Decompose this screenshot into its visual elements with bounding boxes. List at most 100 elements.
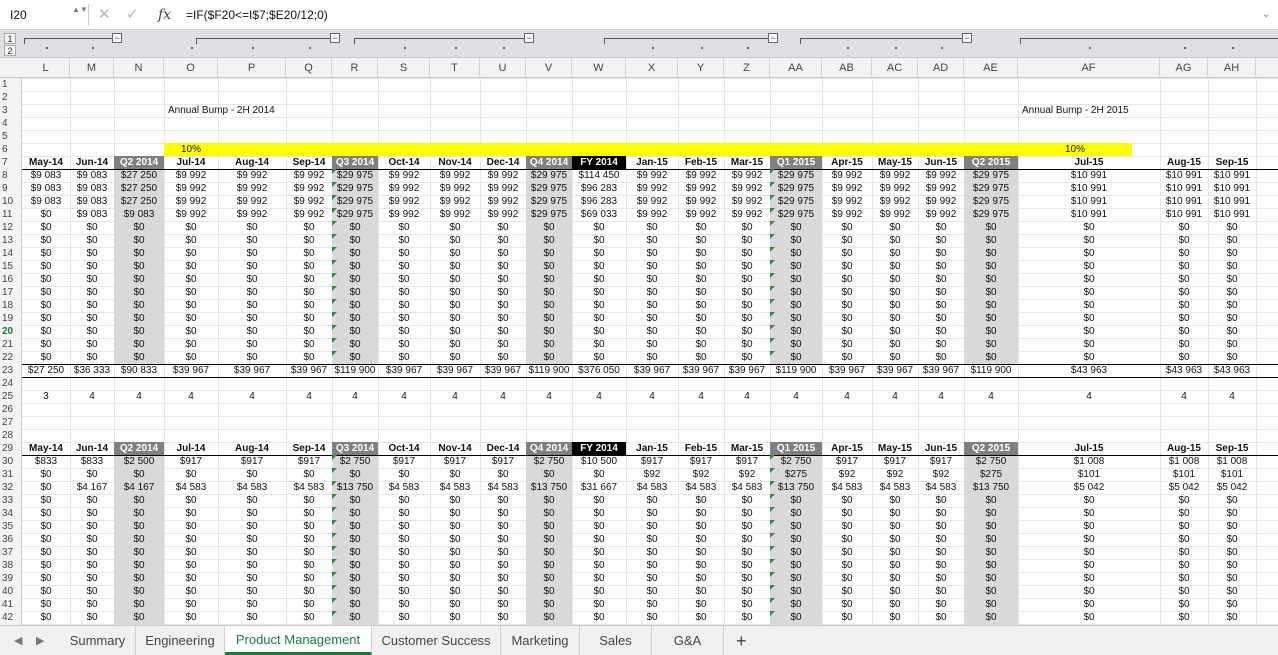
period-header[interactable]: May-15 xyxy=(872,442,918,455)
value-cell[interactable]: $0 xyxy=(526,546,572,559)
outline-level-2-button[interactable]: 2 xyxy=(4,45,16,56)
value-cell[interactable]: $9 992 xyxy=(678,195,724,208)
value-cell[interactable]: $9 992 xyxy=(872,208,918,221)
value-cell[interactable]: $29 975 xyxy=(332,169,378,182)
value-cell[interactable]: $0 xyxy=(1018,260,1160,273)
value-cell[interactable]: $0 xyxy=(678,312,724,325)
value-cell[interactable]: $9 992 xyxy=(918,169,964,182)
row-header-20[interactable]: 20 xyxy=(0,325,21,338)
count-cell[interactable]: 4 xyxy=(164,390,218,403)
value-cell[interactable]: $917 xyxy=(724,455,770,468)
value-cell[interactable]: $92 xyxy=(678,468,724,481)
value-cell[interactable]: $0 xyxy=(70,325,114,338)
value-cell[interactable]: $0 xyxy=(378,533,430,546)
value-cell[interactable]: $9 992 xyxy=(626,208,678,221)
count-cell[interactable]: 4 xyxy=(70,390,114,403)
value-cell[interactable]: $10 991 xyxy=(1208,182,1256,195)
count-cell[interactable]: 4 xyxy=(724,390,770,403)
value-cell[interactable]: $0 xyxy=(70,507,114,520)
value-cell[interactable]: $0 xyxy=(526,520,572,533)
value-cell[interactable]: $0 xyxy=(332,598,378,611)
value-cell[interactable]: $0 xyxy=(286,221,332,234)
value-cell[interactable]: $0 xyxy=(724,273,770,286)
value-cell[interactable]: $0 xyxy=(430,312,480,325)
total-cell[interactable]: $39 967 xyxy=(430,364,480,377)
value-cell[interactable]: $0 xyxy=(626,585,678,598)
value-cell[interactable]: $9 992 xyxy=(378,169,430,182)
value-cell[interactable]: $4 583 xyxy=(822,481,872,494)
confirm-icon[interactable]: ✓ xyxy=(126,5,139,25)
row-header-31[interactable]: 31 xyxy=(0,468,21,481)
value-cell[interactable]: $0 xyxy=(22,481,70,494)
value-cell[interactable]: $0 xyxy=(378,260,430,273)
value-cell[interactable]: $0 xyxy=(770,598,822,611)
formula-warning-icon[interactable] xyxy=(770,273,775,278)
value-cell[interactable]: $0 xyxy=(332,533,378,546)
value-cell[interactable]: $0 xyxy=(114,286,164,299)
value-cell[interactable]: $10 500 xyxy=(572,455,626,468)
value-cell[interactable]: $0 xyxy=(1208,234,1256,247)
period-header[interactable]: Q1 2015 xyxy=(770,156,822,169)
value-cell[interactable]: $917 xyxy=(626,455,678,468)
period-header[interactable]: Mar-15 xyxy=(724,442,770,455)
value-cell[interactable]: $0 xyxy=(286,572,332,585)
value-cell[interactable]: $0 xyxy=(872,611,918,624)
value-cell[interactable]: $0 xyxy=(378,572,430,585)
value-cell[interactable]: $0 xyxy=(480,546,526,559)
outline-collapse-button[interactable]: − xyxy=(524,33,534,43)
total-cell[interactable]: $39 967 xyxy=(480,364,526,377)
value-cell[interactable]: $0 xyxy=(430,585,480,598)
value-cell[interactable]: $0 xyxy=(1160,221,1208,234)
value-cell[interactable]: $27 250 xyxy=(114,195,164,208)
value-cell[interactable]: $9 992 xyxy=(678,208,724,221)
formula-warning-icon[interactable] xyxy=(770,234,775,239)
value-cell[interactable]: $0 xyxy=(332,286,378,299)
outline-collapse-button[interactable]: − xyxy=(112,33,122,43)
value-cell[interactable]: $0 xyxy=(1018,611,1160,624)
value-cell[interactable]: $92 xyxy=(626,468,678,481)
value-cell[interactable]: $0 xyxy=(218,234,286,247)
value-cell[interactable]: $0 xyxy=(218,585,286,598)
value-cell[interactable]: $9 083 xyxy=(70,182,114,195)
value-cell[interactable]: $96 283 xyxy=(572,195,626,208)
formula-warning-icon[interactable] xyxy=(770,585,775,590)
value-cell[interactable]: $0 xyxy=(572,286,626,299)
formula-warning-icon[interactable] xyxy=(332,208,337,213)
value-cell[interactable]: $0 xyxy=(964,351,1018,364)
value-cell[interactable]: $0 xyxy=(918,598,964,611)
value-cell[interactable]: $2 750 xyxy=(332,455,378,468)
value-cell[interactable]: $0 xyxy=(678,234,724,247)
row-header-42[interactable]: 42 xyxy=(0,611,21,624)
value-cell[interactable]: $917 xyxy=(872,455,918,468)
value-cell[interactable]: $10 991 xyxy=(1018,182,1160,195)
value-cell[interactable]: $4 583 xyxy=(724,481,770,494)
formula-warning-icon[interactable] xyxy=(332,338,337,343)
value-cell[interactable]: $9 992 xyxy=(724,169,770,182)
value-cell[interactable]: $0 xyxy=(332,572,378,585)
value-cell[interactable]: $0 xyxy=(70,234,114,247)
value-cell[interactable]: $0 xyxy=(724,494,770,507)
formula-warning-icon[interactable] xyxy=(770,312,775,317)
value-cell[interactable]: $0 xyxy=(724,598,770,611)
value-cell[interactable]: $0 xyxy=(114,312,164,325)
period-header[interactable]: Jun-14 xyxy=(70,156,114,169)
value-cell[interactable]: $0 xyxy=(480,312,526,325)
value-cell[interactable]: $0 xyxy=(70,494,114,507)
total-cell[interactable]: $43 963 xyxy=(1160,364,1208,377)
value-cell[interactable]: $833 xyxy=(22,455,70,468)
value-cell[interactable]: $0 xyxy=(822,598,872,611)
period-header[interactable]: May-15 xyxy=(872,156,918,169)
value-cell[interactable]: $0 xyxy=(164,234,218,247)
count-cell[interactable]: 4 xyxy=(822,390,872,403)
bump-2014-percent[interactable]: 10% xyxy=(164,143,218,156)
value-cell[interactable]: $9 992 xyxy=(822,169,872,182)
value-cell[interactable]: $0 xyxy=(1208,585,1256,598)
period-header[interactable]: Jan-15 xyxy=(626,156,678,169)
value-cell[interactable]: $9 992 xyxy=(872,169,918,182)
value-cell[interactable]: $0 xyxy=(430,247,480,260)
value-cell[interactable]: $0 xyxy=(1018,559,1160,572)
value-cell[interactable]: $0 xyxy=(872,221,918,234)
value-cell[interactable]: $0 xyxy=(286,234,332,247)
value-cell[interactable]: $833 xyxy=(70,455,114,468)
formula-warning-icon[interactable] xyxy=(332,468,337,473)
